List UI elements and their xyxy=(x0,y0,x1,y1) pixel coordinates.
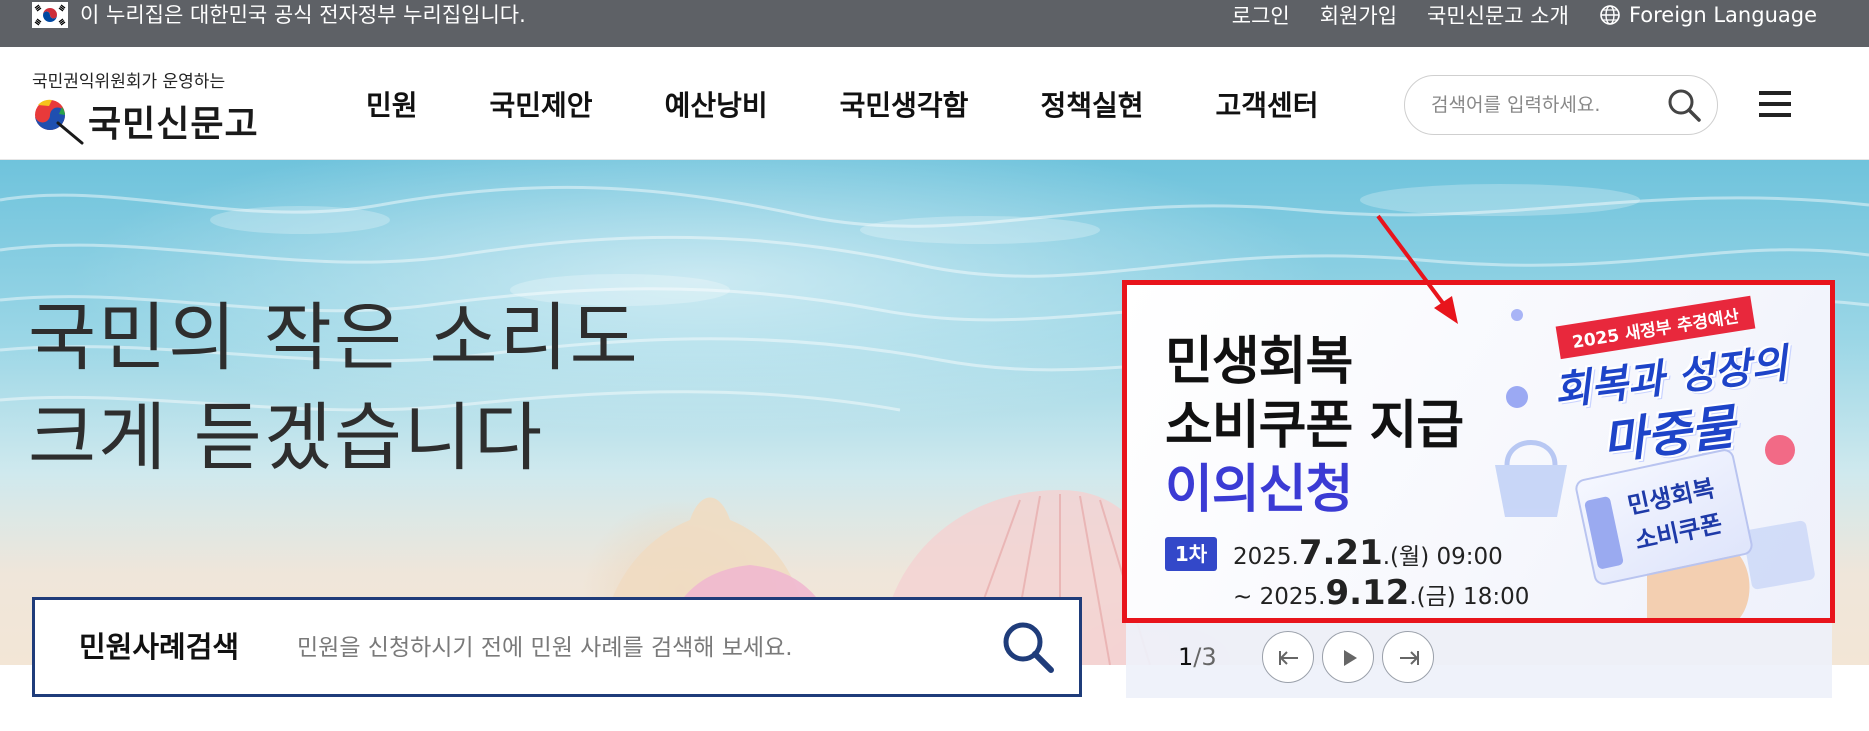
pager-total: /3 xyxy=(1193,643,1217,671)
round-badge: 1차 xyxy=(1165,537,1217,571)
end-date-day: 9.12 xyxy=(1325,573,1410,613)
end-date-suffix: .(금) 18:00 xyxy=(1409,584,1530,610)
nav-item-policy[interactable]: 정책실현 xyxy=(1040,84,1143,124)
header-search xyxy=(1404,75,1718,135)
complaint-case-search: 민원사례검색 xyxy=(32,597,1082,697)
nav-item-budget-waste[interactable]: 예산낭비 xyxy=(665,84,768,124)
start-date: 2025.7.21.(월) 09:00 xyxy=(1233,533,1503,573)
korean-flag-icon xyxy=(32,2,68,28)
nav-item-proposal[interactable]: 국민제안 xyxy=(490,84,593,124)
main-navigation: 민원 국민제안 예산낭비 국민생각함 정책실현 고객센터 xyxy=(366,47,1319,160)
start-date-day: 7.21 xyxy=(1298,533,1383,573)
coupon-side-strip xyxy=(1583,495,1624,570)
site-header: 국민권익위원회가 운영하는 국민신문고 민원 국민제안 예산낭비 국민생각함 정… xyxy=(0,47,1869,160)
banner-title-line-3: 이의신청 xyxy=(1165,460,1353,520)
banner-prev-button[interactable] xyxy=(1262,631,1314,683)
start-date-prefix: 2025. xyxy=(1233,544,1299,570)
case-search-input[interactable] xyxy=(297,628,957,668)
nav-item-complaint[interactable]: 민원 xyxy=(366,84,418,124)
case-search-icon[interactable] xyxy=(999,618,1057,676)
globe-icon xyxy=(1600,5,1620,25)
end-date-prefix: ~ 2025. xyxy=(1233,584,1326,610)
start-date-suffix: .(월) 09:00 xyxy=(1382,544,1503,570)
header-search-input[interactable] xyxy=(1431,90,1641,120)
hero-slogan: 국민의 작은 소리도 크게 듣겠습니다 xyxy=(28,288,640,488)
end-date: ~ 2025.9.12.(금) 18:00 xyxy=(1233,573,1529,613)
case-search-label: 민원사례검색 xyxy=(79,630,240,664)
gov-notice-text: 이 누리집은 대한민국 공식 전자정부 누리집입니다. xyxy=(80,3,526,27)
signup-link[interactable]: 회원가입 xyxy=(1320,0,1397,30)
hamburger-menu-icon[interactable] xyxy=(1756,85,1794,123)
banner-play-button[interactable] xyxy=(1322,631,1374,683)
site-logo[interactable]: 국민권익위원회가 운영하는 국민신문고 xyxy=(32,67,272,147)
search-icon[interactable] xyxy=(1665,86,1703,124)
coupon-illustration: 민생회복 소비쿠폰 xyxy=(1573,447,1755,587)
about-link[interactable]: 국민신문고 소개 xyxy=(1427,0,1569,30)
hero-slogan-line-1: 국민의 작은 소리도 xyxy=(28,295,640,381)
nav-item-public-opinion[interactable]: 국민생각함 xyxy=(840,84,969,124)
banner-controls: 1/3 xyxy=(1126,623,1832,698)
banner-pager: 1/3 xyxy=(1178,643,1217,671)
foreign-language-button[interactable]: Foreign Language xyxy=(1599,3,1817,27)
pager-current: 1 xyxy=(1178,643,1194,671)
utility-menu: 로그인 회원가입 국민신문고 소개 Foreign Language xyxy=(1232,0,1817,30)
logo-subtitle: 국민권익위원회가 운영하는 xyxy=(32,72,226,92)
logo-title: 국민신문고 xyxy=(88,103,259,145)
logo-emblem-icon xyxy=(35,99,84,145)
promo-banner[interactable]: 2025 새정부 추경예산 회복과 성장의 마중물 민생회복 소비쿠폰 민생회복… xyxy=(1122,280,1835,623)
foreign-language-label: Foreign Language xyxy=(1628,3,1817,27)
play-icon xyxy=(1344,650,1357,666)
nav-item-customer-center[interactable]: 고객센터 xyxy=(1215,84,1318,124)
arrow-right-icon xyxy=(1400,651,1419,665)
login-link[interactable]: 로그인 xyxy=(1232,0,1290,30)
arrow-left-icon xyxy=(1279,651,1298,665)
banner-next-button[interactable] xyxy=(1382,631,1434,683)
gov-banner-bar: 이 누리집은 대한민국 공식 전자정부 누리집입니다. 로그인 회원가입 국민신… xyxy=(0,0,1869,47)
hero-slogan-line-2: 크게 듣겠습니다 xyxy=(28,395,545,481)
